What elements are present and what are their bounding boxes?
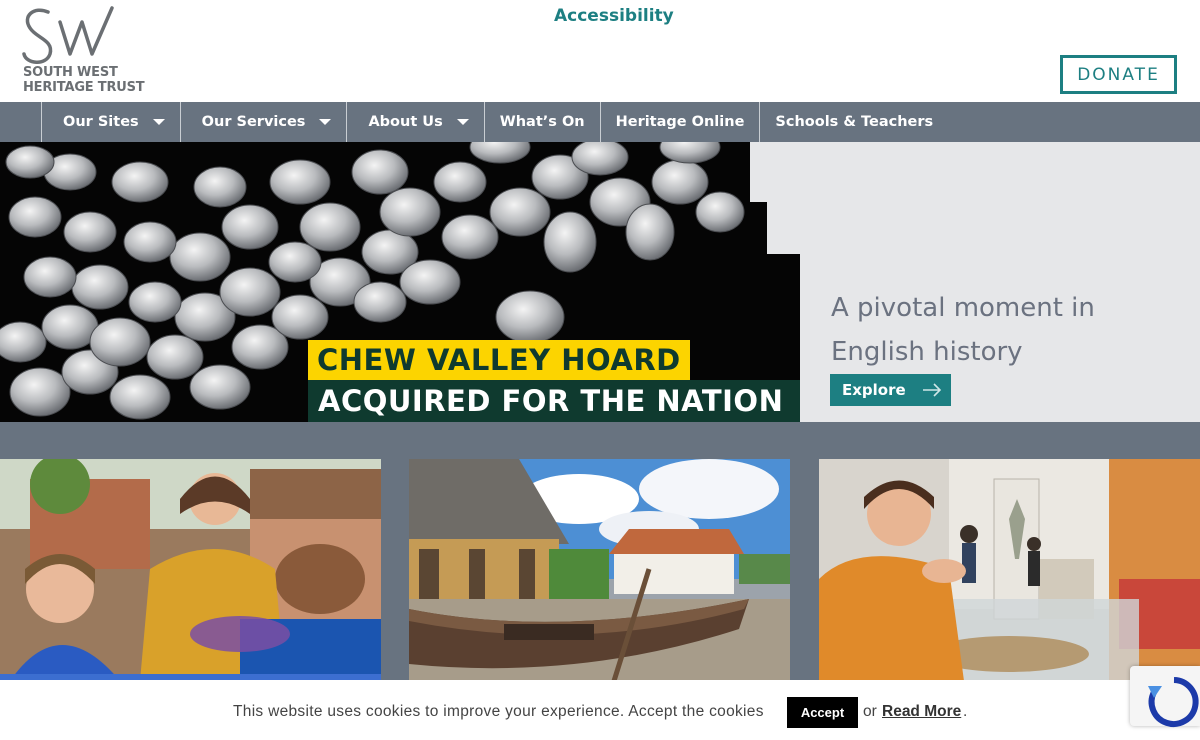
family-activity-photo (0, 459, 381, 681)
nav-item-label: Our Sites (63, 114, 139, 130)
hero-banner: CHEW VALLEY HOARD ACQUIRED FOR THE NATIO… (0, 142, 1200, 422)
recaptcha-badge[interactable] (1130, 666, 1200, 727)
site-logo[interactable]: SOUTH WEST HERITAGE TRUST (18, 6, 160, 96)
nav-item-label: Schools & Teachers (775, 114, 934, 130)
hero-notch (767, 202, 800, 254)
explore-button[interactable]: Explore (830, 374, 951, 406)
cookie-message: This website uses cookies to improve you… (233, 703, 764, 720)
hero-tagline: A pivotal moment in English history (831, 293, 1095, 367)
logo-line-2: HERITAGE TRUST (23, 80, 145, 95)
longhouse-boat-photo (409, 459, 790, 681)
sw-monogram-icon (22, 6, 114, 64)
logo-line-1: SOUTH WEST (23, 65, 118, 80)
caret-down-icon (152, 119, 165, 125)
explore-label: Explore (842, 381, 906, 399)
cookie-period: . (963, 703, 968, 720)
caret-down-icon (319, 119, 332, 125)
site-header: SOUTH WEST HERITAGE TRUST Accessibility … (0, 0, 1200, 102)
hero-coins-image[interactable]: CHEW VALLEY HOARD ACQUIRED FOR THE NATIO… (0, 142, 800, 422)
caret-down-icon (456, 119, 469, 125)
nav-item-whats-on[interactable]: What’s On (483, 102, 600, 142)
feature-card-longhouse-boat[interactable] (409, 459, 790, 681)
logo-wordmark: SOUTH WEST HERITAGE TRUST (23, 65, 145, 95)
hero-notch (750, 142, 800, 202)
feature-card-family-activity[interactable] (0, 459, 381, 681)
feature-card-museum-visitor[interactable] (819, 459, 1200, 681)
nav-item-heritage-online[interactable]: Heritage Online (599, 102, 760, 142)
nav-item-label: What’s On (499, 114, 585, 130)
main-nav: Our Sites Our Services About Us What’s O… (0, 102, 1200, 142)
hero-headline-line-2: ACQUIRED FOR THE NATION (308, 380, 800, 422)
accessibility-link[interactable]: Accessibility (554, 6, 674, 26)
cookie-read-more-link[interactable]: Read More (882, 703, 961, 721)
nav-item-our-sites[interactable]: Our Sites (41, 102, 180, 142)
nav-item-schools-teachers[interactable]: Schools & Teachers (759, 102, 948, 142)
nav-item-our-services[interactable]: Our Services (179, 102, 347, 142)
nav-item-label: Heritage Online (615, 114, 745, 130)
cookie-or-text: or (863, 703, 877, 720)
museum-visitor-photo (819, 459, 1200, 681)
recaptcha-icon (1148, 677, 1199, 727)
donate-button[interactable]: DONATE (1060, 55, 1177, 94)
nav-item-label: About Us (368, 114, 443, 130)
hero-headline-line-1: CHEW VALLEY HOARD (308, 340, 690, 380)
nav-item-about-us[interactable]: About Us (346, 102, 483, 142)
cookie-accept-button[interactable]: Accept (787, 697, 858, 728)
nav-item-label: Our Services (201, 114, 306, 130)
arrow-right-icon (922, 383, 941, 397)
cookie-banner: This website uses cookies to improve you… (0, 680, 1200, 740)
